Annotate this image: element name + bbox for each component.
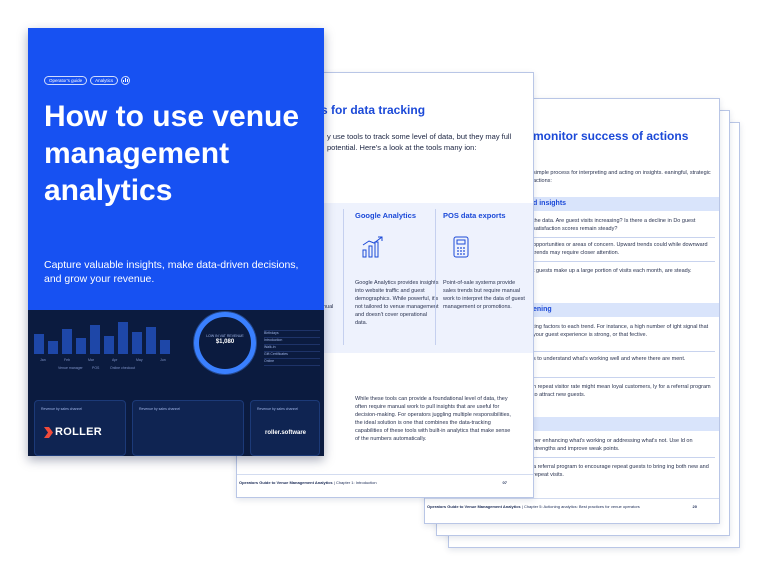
section-band-action (515, 417, 719, 431)
analytics-chart-icon (121, 76, 131, 85)
tag-analytics: Analytics (90, 76, 119, 85)
paragraph: ting factors to each trend. For instance… (533, 324, 709, 338)
list-item (264, 324, 320, 331)
tool-column-pos-exports: POS data exports Point-of-sale systems p… (443, 211, 527, 310)
donut-label: LOW IN VAT REVENUE (206, 334, 244, 338)
paragraph: her enhancing what's working or addressi… (533, 438, 693, 452)
month-label: Jan (40, 358, 46, 362)
month-label: Apr (112, 358, 118, 362)
footer-chapter: Chapter 1: Introduction (335, 480, 377, 485)
page-heading: monitor success of actions (533, 129, 689, 143)
cover-title: How to use venue management analytics (44, 100, 300, 207)
dashboard-list: Birthdays Introduction Walk-in Gift Cert… (264, 324, 320, 366)
tool-heading: Google Analytics (355, 211, 416, 220)
dashboard-card: Revenue by sales channel (250, 400, 320, 456)
legend-item: Online checkout (110, 366, 136, 370)
dashboard-illustration: Jan Feb Mar Apr May Jun Venue manager PO… (28, 310, 324, 456)
legend-item: POS (92, 366, 100, 370)
dashboard-bar (90, 325, 100, 354)
paragraph: s to understand what's working well and … (533, 356, 686, 362)
list-item: Introduction (264, 338, 320, 345)
donut-value: $1,080 (215, 339, 235, 345)
dashboard-bar (104, 336, 114, 354)
tag-operators-guide: Operator's guide (44, 76, 88, 85)
body-paragraph: While these tools can provide a foundati… (355, 396, 511, 442)
brand-name: ROLLER (55, 426, 103, 438)
page-intro: simple process for interpreting and acti… (533, 170, 711, 184)
dashboard-bar-chart (34, 318, 182, 354)
roller-logo: ROLLER (44, 426, 102, 438)
dashboard-bar (132, 332, 142, 354)
pos-terminal-icon (453, 236, 469, 258)
month-label: Feb (64, 358, 71, 362)
divider (525, 237, 715, 238)
divider (525, 261, 715, 262)
donut-center: LOW IN VAT REVENUE $1,080 (200, 334, 250, 345)
dashboard-card: Revenue by sales channel (132, 400, 244, 456)
guide-cover: Operator's guide Analytics How to use ve… (28, 28, 324, 456)
list-item: Online (264, 359, 320, 366)
cropped-text-fragment: nual (323, 304, 333, 310)
column-divider (435, 209, 436, 345)
section-band-listening: ening (515, 303, 719, 317)
column-divider (343, 209, 344, 345)
card-label: Revenue by sales channel (257, 407, 299, 411)
divider (525, 457, 715, 458)
section-band-insights: d insights (515, 197, 719, 211)
footer-title: Operators Guide to Venue Management Anal… (427, 504, 521, 509)
tool-column-google-analytics: Google Analytics Google Analytics provid… (355, 211, 439, 326)
page-intro: y use tools to track some level of data,… (327, 132, 512, 152)
dashboard-bar (146, 327, 156, 354)
month-label: May (136, 358, 143, 362)
page-number: 07 (502, 480, 507, 485)
tool-description: Point-of-sale systems provide sales tren… (443, 280, 525, 310)
dashboard-bar (34, 334, 44, 354)
roller-chevron-icon (44, 426, 53, 438)
footer-title: Operators Guide to Venue Management Anal… (239, 480, 333, 485)
dashboard-bar (118, 322, 128, 354)
card-label: Revenue by sales channel (41, 407, 83, 411)
footer-chapter: Chapter 5: Actioning analytics: Best pra… (523, 504, 640, 509)
dashboard-bar (76, 338, 86, 354)
list-item: Walk-in (264, 345, 320, 352)
section-band-label: ening (533, 306, 552, 313)
month-label: Mar (88, 358, 95, 362)
footer-divider (237, 474, 533, 475)
dashboard-bar (160, 340, 170, 354)
cover-subtitle: Capture valuable insights, make data-dri… (44, 259, 299, 285)
paragraph: the data. Are guest visits increasing? I… (533, 218, 696, 232)
paragraph: opportunities or areas of concern. Upwar… (533, 242, 708, 256)
month-label: Jun (160, 358, 166, 362)
page-footer: Operators Guide to Venue Management Anal… (239, 480, 507, 485)
legend-item: Venue manager (58, 366, 83, 370)
dashboard-bar (48, 341, 58, 354)
paragraph: a referral program to encourage repeat g… (533, 464, 709, 478)
divider (525, 351, 715, 352)
website-url: roller.software (264, 430, 306, 436)
paragraph: h repeat visitor rate might mean loyal c… (533, 384, 711, 398)
page-heading: s for data tracking (321, 103, 426, 117)
cover-hero: Operator's guide Analytics How to use ve… (28, 28, 324, 310)
bar-chart-growth-icon (362, 236, 383, 258)
cover-tags: Operator's guide Analytics (44, 76, 131, 85)
dashboard-bar (62, 329, 72, 354)
page-number: 20 (692, 504, 697, 509)
divider (525, 377, 715, 378)
tool-heading: POS data exports (443, 211, 506, 220)
list-item: Gift Certificates (264, 352, 320, 359)
paragraph: t guests make up a large portion of visi… (533, 268, 692, 274)
footer-divider (425, 498, 719, 499)
section-band-label: d insights (533, 200, 567, 207)
card-label: Revenue by sales channel (139, 407, 181, 411)
page-footer: Operators Guide to Venue Management Anal… (427, 504, 697, 509)
list-item: Birthdays (264, 331, 320, 338)
tool-description: Google Analytics provides insights into … (355, 280, 439, 326)
